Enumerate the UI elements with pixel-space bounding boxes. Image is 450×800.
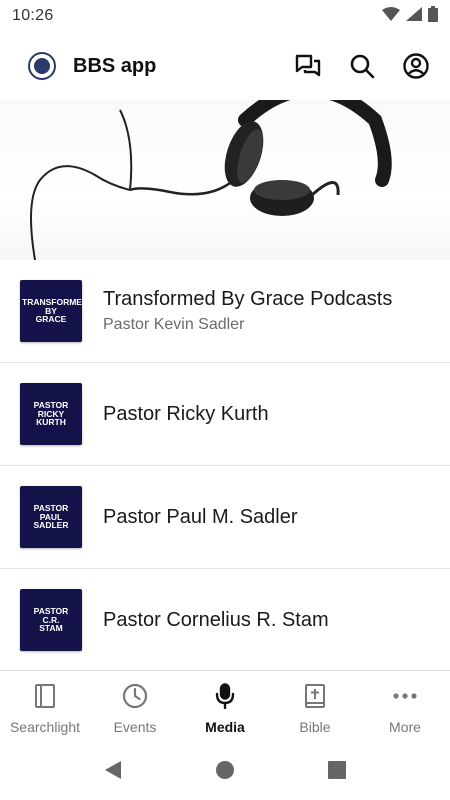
signal-icon: [406, 6, 422, 26]
headphones-illustration: [30, 100, 392, 260]
podcast-thumbnail: PASTOR RICKY KURTH: [20, 383, 82, 445]
hero-image: [0, 100, 450, 260]
nav-item-searchlight[interactable]: Searchlight: [0, 671, 90, 740]
bible-icon: [303, 683, 327, 714]
podcast-thumbnail: TRANSFORMED BY GRACE: [20, 280, 89, 342]
status-bar: 10:26: [0, 0, 450, 32]
account-icon[interactable]: [402, 52, 430, 80]
app-title: BBS app: [73, 54, 157, 77]
app-logo: [28, 52, 56, 80]
chat-icon[interactable]: [294, 52, 322, 80]
podcast-thumbnail: PASTOR PAUL SADLER: [20, 486, 82, 548]
thumbnail-text: PASTOR C.R. STAM: [33, 606, 69, 634]
list-item-title: Pastor Paul M. Sadler: [103, 505, 298, 528]
nav-item-bible[interactable]: Bible: [270, 671, 360, 740]
thumbnail-text: PASTOR RICKY KURTH: [33, 400, 69, 428]
list-item-text: Transformed By Grace Podcasts Pastor Kev…: [103, 288, 392, 334]
nav-label: Events: [113, 719, 157, 735]
app-actions: [294, 52, 430, 80]
thumbnail-text: PASTOR PAUL SADLER: [33, 503, 69, 531]
clock-icon: [122, 683, 148, 714]
back-icon[interactable]: [101, 758, 125, 782]
nav-item-media[interactable]: Media: [180, 671, 270, 740]
list-item-title: Transformed By Grace Podcasts: [103, 288, 393, 310]
status-time: 10:26: [12, 7, 54, 24]
list-item-title: Pastor Ricky Kurth: [103, 402, 269, 425]
book-icon: [33, 683, 57, 714]
microphone-icon: [214, 683, 236, 714]
battery-icon: [428, 5, 438, 27]
nav-item-more[interactable]: More: [360, 671, 450, 740]
list-item-text: Pastor Cornelius R. Stam: [103, 609, 329, 632]
home-icon[interactable]: [213, 758, 237, 782]
list-item-cornelius-stam[interactable]: PASTOR C.R. STAM Pastor Cornelius R. Sta…: [0, 569, 450, 672]
list-item-ricky-kurth[interactable]: PASTOR RICKY KURTH Pastor Ricky Kurth: [0, 363, 450, 466]
list-item-text: Pastor Paul M. Sadler: [103, 506, 298, 529]
list-item-transformed-by-grace[interactable]: TRANSFORMED BY GRACE Transformed By Grac…: [0, 260, 450, 363]
system-nav-bar: [0, 740, 450, 800]
logo-emblem: [34, 58, 50, 74]
list-item-title: Pastor Cornelius R. Stam: [103, 608, 329, 631]
podcast-thumbnail: PASTOR C.R. STAM: [20, 589, 82, 651]
app-bar: BBS app: [0, 32, 450, 100]
list-item-text: Pastor Ricky Kurth: [103, 403, 269, 426]
nav-label: Media: [205, 719, 245, 735]
nav-label: More: [389, 719, 421, 735]
list-item-subtitle: Pastor Kevin Sadler: [103, 316, 245, 333]
thumbnail-text: TRANSFORMED BY GRACE: [22, 297, 89, 325]
nav-label: Searchlight: [9, 719, 81, 735]
recents-icon[interactable]: [325, 758, 349, 782]
bottom-nav: Searchlight Events Media Bible More: [0, 670, 450, 740]
nav-item-events[interactable]: Events: [90, 671, 180, 740]
status-icons: [382, 5, 438, 27]
media-list: TRANSFORMED BY GRACE Transformed By Grac…: [0, 260, 450, 672]
wifi-icon: [382, 6, 400, 26]
more-icon: [392, 683, 418, 714]
list-item-paul-sadler[interactable]: PASTOR PAUL SADLER Pastor Paul M. Sadler: [0, 466, 450, 569]
nav-label: Bible: [299, 719, 331, 735]
search-icon[interactable]: [348, 52, 376, 80]
